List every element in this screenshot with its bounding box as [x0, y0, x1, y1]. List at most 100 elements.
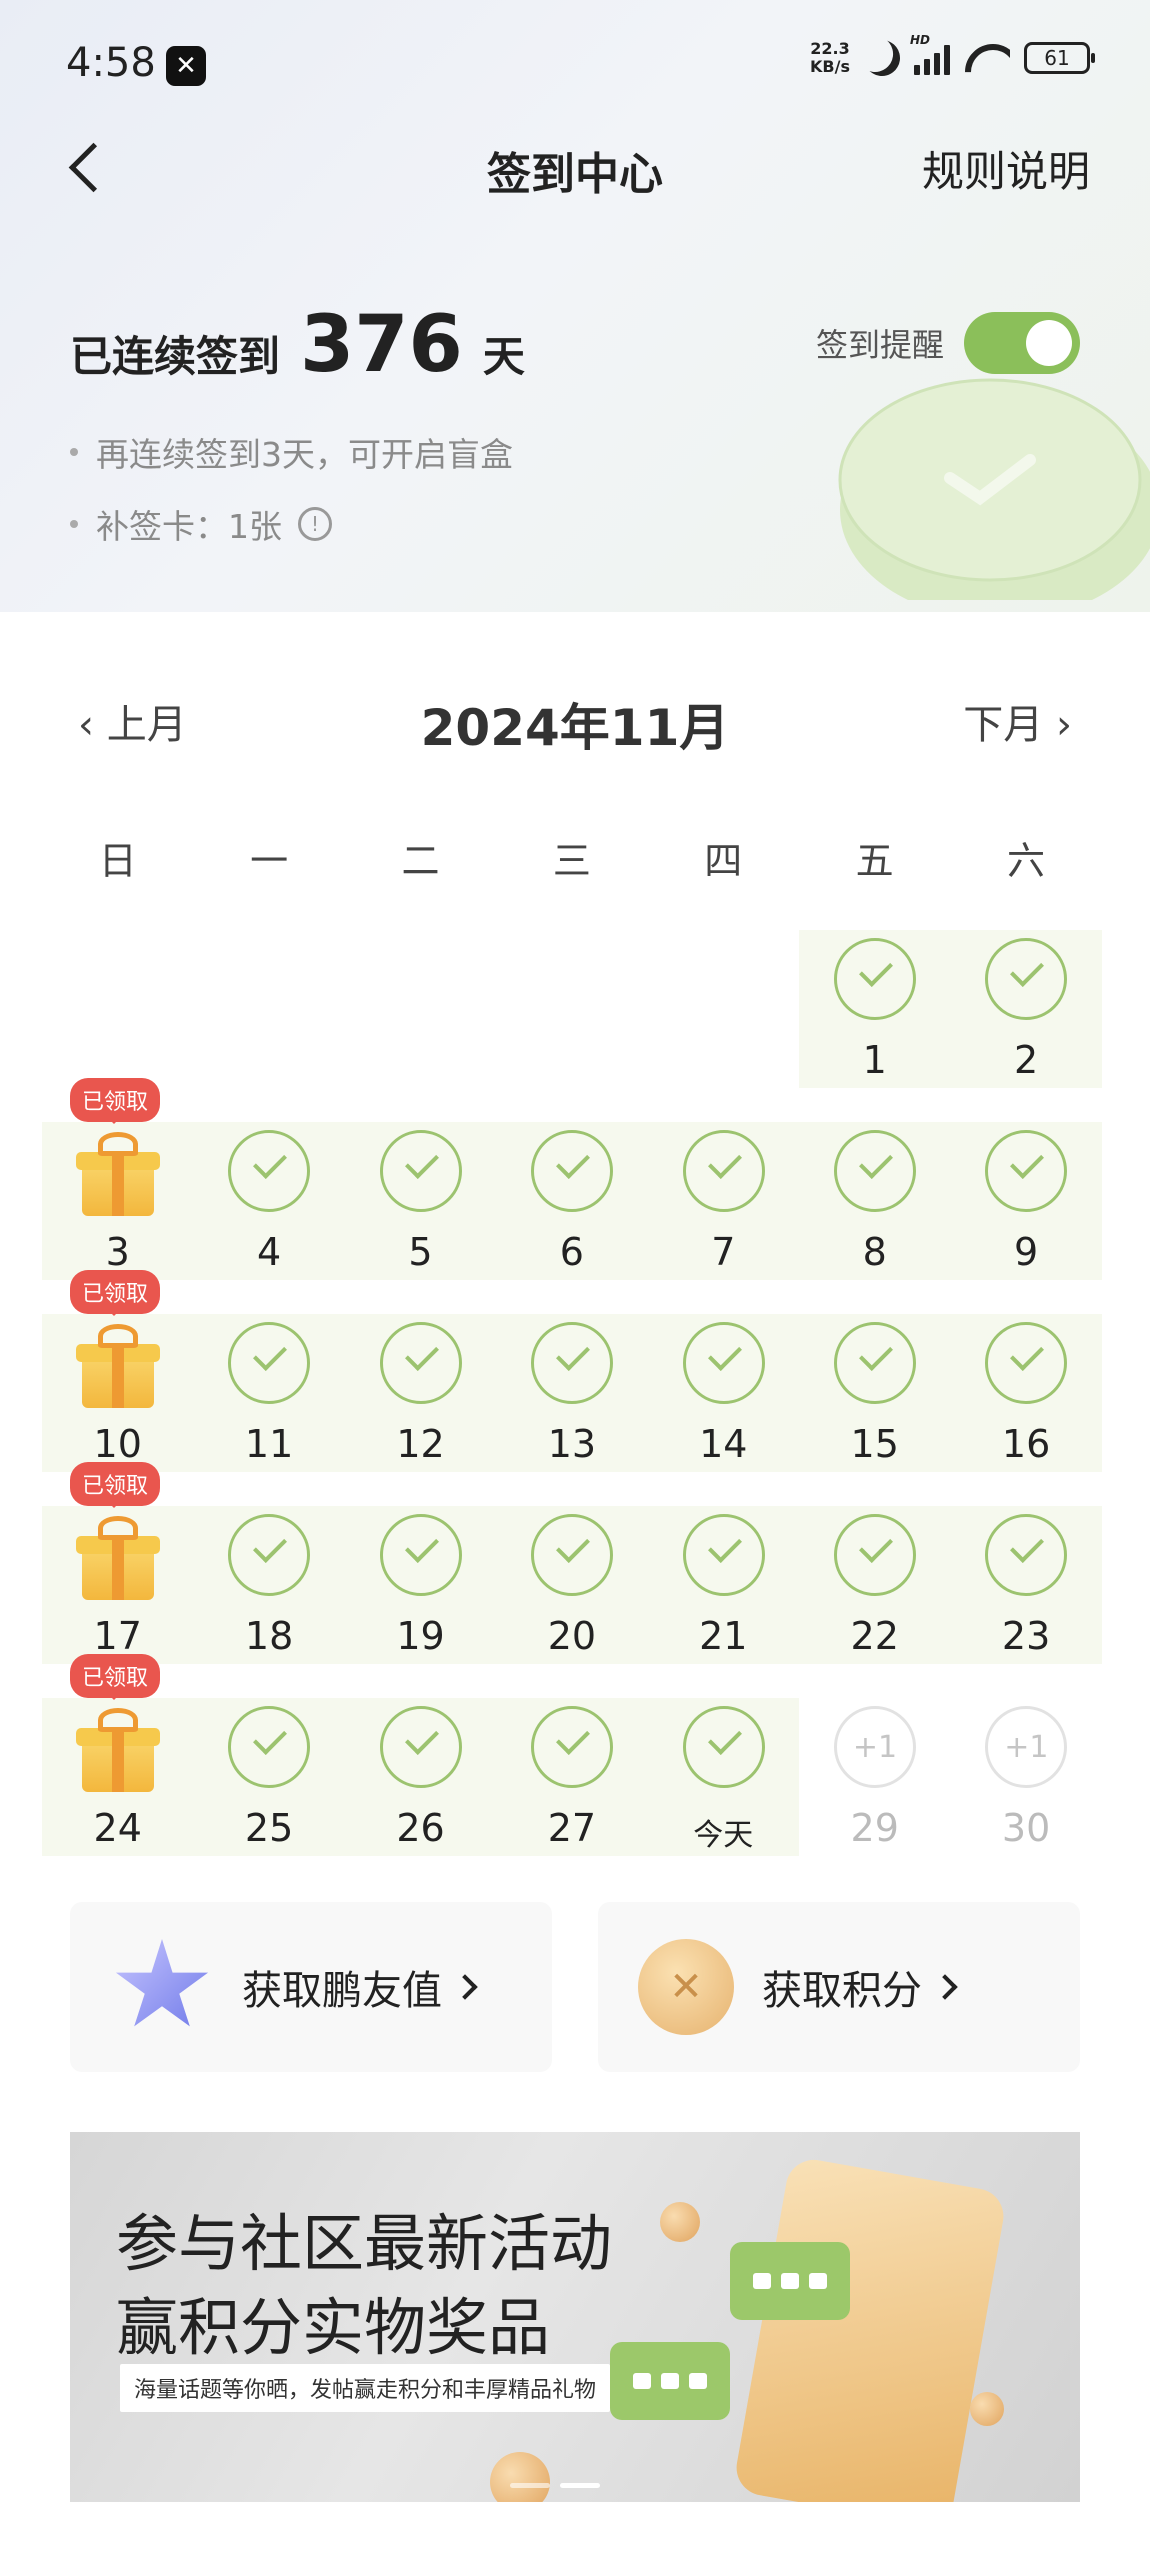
- chat-bubble-icon: [610, 2342, 730, 2420]
- calendar-day[interactable]: 8: [799, 1122, 950, 1278]
- calendar-day[interactable]: 23: [950, 1506, 1101, 1662]
- calendar-day[interactable]: 6: [496, 1122, 647, 1278]
- calendar-day[interactable]: 5: [345, 1122, 496, 1278]
- streak-summary: 已连续签到 376 天: [70, 300, 525, 390]
- check-icon: [228, 1706, 311, 1788]
- weekday-tue: 二: [401, 839, 440, 883]
- calendar-day[interactable]: 已领取 17: [42, 1462, 193, 1662]
- calendar-day[interactable]: 12: [345, 1314, 496, 1470]
- weekday-thu: 四: [704, 839, 743, 883]
- calendar-day[interactable]: 13: [496, 1314, 647, 1470]
- calendar-day[interactable]: 1: [799, 930, 950, 1086]
- carousel-dot[interactable]: [510, 2483, 550, 2488]
- calendar-day[interactable]: 18: [193, 1506, 344, 1662]
- check-icon: [985, 938, 1068, 1020]
- promo-banner[interactable]: 参与社区最新活动 赢积分实物奖品 海量话题等你晒，发帖赢走积分和丰厚精品礼物: [70, 2132, 1080, 2502]
- gift-box-icon: [76, 1324, 160, 1408]
- day-number: 13: [547, 1422, 597, 1466]
- day-number: 4: [256, 1230, 282, 1274]
- day-number: 7: [711, 1230, 736, 1274]
- day-number: 2: [1013, 1038, 1039, 1082]
- banner-title-line1: 参与社区最新活动: [116, 2207, 613, 2280]
- calendar-day[interactable]: 2: [950, 930, 1101, 1086]
- check-icon: [834, 1130, 916, 1212]
- chevron-right-icon: [452, 1974, 478, 2000]
- calendar-day[interactable]: 14: [648, 1314, 799, 1470]
- calendar-day[interactable]: 22: [799, 1506, 950, 1662]
- ball-decoration: [490, 2452, 550, 2502]
- claimed-badge: 已领取: [70, 1654, 161, 1700]
- day-number: 19: [396, 1614, 445, 1658]
- info-icon[interactable]: !: [298, 507, 332, 541]
- hd-label: HD: [910, 33, 931, 47]
- gift-box-icon: [76, 1708, 160, 1792]
- check-icon: [985, 1322, 1068, 1404]
- rules-link[interactable]: 规则说明: [922, 138, 1090, 199]
- signal-icon: HD: [910, 33, 950, 75]
- get-points-card[interactable]: ✕ 获取积分: [598, 1902, 1080, 2072]
- ball-decoration: [970, 2392, 1004, 2426]
- day-number: 5: [408, 1230, 433, 1274]
- day-number: 14: [699, 1422, 748, 1466]
- calendar-day[interactable]: 16: [950, 1314, 1101, 1470]
- decorative-check-coin-icon: [838, 378, 1150, 600]
- calendar-day[interactable]: 已领取 3: [42, 1078, 193, 1278]
- calendar-day[interactable]: 15: [799, 1314, 950, 1470]
- battery-icon: 61: [1024, 42, 1095, 74]
- weekday-wed: 三: [552, 839, 591, 883]
- day-number: 15: [850, 1422, 899, 1466]
- day-number: 8: [862, 1230, 887, 1274]
- status-bar: 4:58 ✕ 22.3 KB/s HD 61: [0, 0, 1150, 130]
- get-friend-value-card[interactable]: 获取鹏友值: [70, 1902, 552, 2072]
- day-number: 9: [1013, 1230, 1039, 1274]
- banner-title-line2: 赢积分实物奖品: [116, 2291, 551, 2364]
- day-number: 今天: [693, 1818, 754, 1853]
- carousel-dot-active[interactable]: [560, 2483, 600, 2488]
- calendar-day[interactable]: 25: [193, 1698, 344, 1854]
- day-number: 11: [244, 1422, 294, 1466]
- calendar: ‹ 上月 2024年11月 下月 › 日 一 二 三 四 五 六 1 2 已领取 3 4…: [0, 612, 1150, 1862]
- day-number: 6: [559, 1230, 584, 1274]
- star-icon: [110, 1935, 214, 2039]
- calendar-day[interactable]: 今天: [648, 1698, 799, 1854]
- future-reward-circle: +1: [834, 1706, 916, 1788]
- calendar-day[interactable]: 27: [496, 1698, 647, 1854]
- next-month-button[interactable]: 下月 ›: [963, 692, 1072, 750]
- check-icon: [834, 938, 916, 1020]
- calendar-day[interactable]: 11: [193, 1314, 344, 1470]
- calendar-day[interactable]: +1 29: [799, 1698, 950, 1854]
- calendar-day[interactable]: 已领取 24: [42, 1654, 193, 1854]
- day-number: 20: [547, 1614, 597, 1658]
- calendar-day[interactable]: 已领取 10: [42, 1270, 193, 1470]
- calendar-day[interactable]: 19: [345, 1506, 496, 1662]
- check-icon: [682, 1322, 765, 1404]
- calendar-day[interactable]: 4: [193, 1122, 344, 1278]
- calendar-day[interactable]: 20: [496, 1506, 647, 1662]
- calendar-day[interactable]: +1 30: [950, 1698, 1101, 1854]
- day-number: 17: [93, 1614, 142, 1658]
- check-icon: [531, 1514, 614, 1596]
- check-icon: [834, 1514, 916, 1596]
- check-icon: [682, 1706, 765, 1788]
- check-icon: [531, 1130, 614, 1212]
- check-icon: [379, 1322, 462, 1404]
- header-area: 4:58 ✕ 22.3 KB/s HD 61 签到中心 规则说明 已连续签到 3…: [0, 0, 1150, 612]
- day-number: 12: [396, 1422, 445, 1466]
- tip-blind-box-text: 再连续签到3天，可开启盲盒: [96, 435, 513, 474]
- card-label: 获取鹏友值: [242, 1968, 442, 2014]
- calendar-day[interactable]: 9: [950, 1122, 1101, 1278]
- calendar-day[interactable]: 26: [345, 1698, 496, 1854]
- calendar-day[interactable]: 21: [648, 1506, 799, 1662]
- calendar-day[interactable]: 7: [648, 1122, 799, 1278]
- check-icon: [379, 1706, 462, 1788]
- day-number: 3: [105, 1230, 130, 1274]
- chat-bubble-icon: [730, 2242, 850, 2320]
- day-number: 24: [93, 1806, 142, 1850]
- check-icon: [379, 1514, 462, 1596]
- day-number: 25: [244, 1806, 294, 1850]
- check-icon: [985, 1130, 1068, 1212]
- day-number: 26: [396, 1806, 445, 1850]
- claimed-badge: 已领取: [70, 1270, 161, 1316]
- status-time: 4:58: [66, 40, 156, 86]
- weekday-sun: 日: [98, 839, 137, 883]
